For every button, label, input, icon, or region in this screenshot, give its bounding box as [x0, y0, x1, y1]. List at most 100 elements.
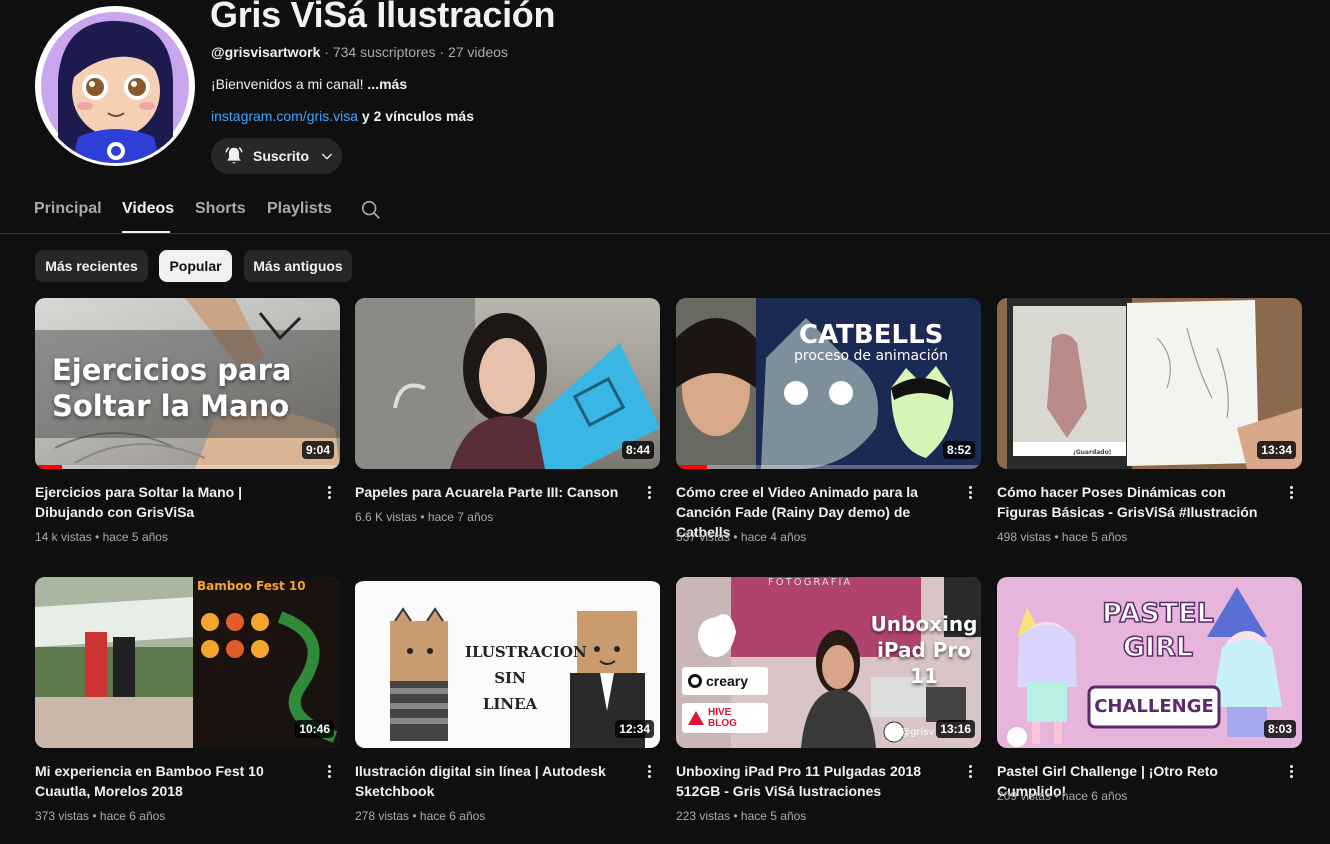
description-text: ¡Bienvenidos a mi canal! [211, 76, 368, 92]
view-count: 6.6 K vistas [355, 510, 418, 524]
creary-logo-icon [688, 674, 702, 688]
hive-badge: HIVE BLOG [682, 703, 768, 733]
subscriber-count: · 734 suscriptores · 27 videos [320, 44, 508, 60]
upload-age: hace 5 años [102, 530, 168, 544]
video-meta: 498 vistas • hace 5 años [997, 530, 1128, 544]
video-meta: 278 vistas • hace 6 años [355, 809, 486, 823]
watch-progress-track [35, 465, 340, 469]
more-options-icon[interactable] [965, 484, 975, 504]
thumbnail-subtitle: CHALLENGE [1094, 696, 1214, 717]
tab-playlists[interactable]: Playlists [267, 200, 332, 218]
upload-age: hace 5 años [1061, 530, 1128, 544]
description-more[interactable]: ...más [367, 76, 407, 92]
watch-progress [676, 465, 707, 469]
tab-videos[interactable]: Videos [122, 200, 174, 218]
thumbnail-caption: ¡Guardado! [1073, 449, 1112, 456]
thumbnail-art [1007, 298, 1302, 469]
thumbnail-title: Ejercicios para Soltar la Mano [52, 353, 292, 423]
video-meta: 209 vistas • hace 6 años [997, 789, 1128, 803]
tab-shorts[interactable]: Shorts [195, 200, 246, 218]
video-title[interactable]: Cómo hacer Poses Dinámicas con Figuras B… [997, 482, 1267, 522]
more-options-icon[interactable] [965, 763, 975, 783]
more-options-icon[interactable] [644, 484, 654, 504]
hive-logo-icon [688, 711, 704, 725]
thumbnail-overline: FOTOGRAFIA [768, 577, 853, 588]
more-options-icon[interactable] [1286, 763, 1296, 783]
chip-oldest[interactable]: Más antiguos [244, 250, 352, 282]
video-meta: 373 vistas • hace 6 años [35, 809, 166, 823]
chip-recent[interactable]: Más recientes [35, 250, 148, 282]
video-thumbnail[interactable]: ¡Guardado! 13:34 [997, 298, 1302, 469]
video-duration: 8:52 [942, 441, 975, 459]
video-meta: 14 k vistas • hace 5 años [35, 530, 168, 544]
view-count: 14 k vistas [35, 530, 92, 544]
upload-age: hace 7 años [427, 510, 494, 524]
video-thumbnail[interactable]: FOTOGRAFIA Unboxing iPad Pro 11 creary H… [676, 577, 981, 748]
video-meta: 6.6 K vistas • hace 7 años [355, 510, 494, 524]
active-tab-indicator [122, 231, 170, 233]
video-thumbnail[interactable]: PASTEL GIRL CHALLENGE 8:03 [997, 577, 1302, 748]
chevron-down-icon [321, 153, 333, 160]
video-card: FOTOGRAFIA Unboxing iPad Pro 11 creary H… [676, 577, 981, 837]
search-icon[interactable] [360, 199, 382, 221]
video-title[interactable]: Papeles para Acuarela Parte III: Canson [355, 482, 625, 502]
subscribed-button[interactable]: Suscrito [211, 138, 342, 174]
video-card: Bamboo Fest 10 10:46 Mi experiencia en B… [35, 577, 340, 837]
channel-links: instagram.com/gris.visa y 2 vínculos más [211, 108, 474, 124]
video-duration: 10:46 [295, 720, 334, 738]
upload-age: hace 6 años [1061, 789, 1128, 803]
creary-label: creary [706, 673, 749, 689]
upload-age: hace 6 años [99, 809, 166, 823]
bell-icon [225, 147, 243, 164]
more-options-icon[interactable] [324, 484, 334, 504]
view-count: 278 vistas [355, 809, 410, 823]
video-card: CATBELLS proceso de animación 8:52 Cómo … [676, 298, 981, 558]
more-options-icon[interactable] [1286, 484, 1296, 504]
video-card: ¡Guardado! 13:34 Cómo hacer Poses Dinámi… [997, 298, 1302, 558]
video-title[interactable]: Unboxing iPad Pro 11 Pulgadas 2018 512GB… [676, 761, 946, 801]
channel-title: Gris ViSá Ilustración [210, 0, 556, 35]
hive-label: HIVE BLOG [708, 707, 737, 729]
video-card: PASTEL GIRL CHALLENGE 8:03 Pastel Girl C… [997, 577, 1302, 837]
video-thumbnail[interactable]: Bamboo Fest 10 10:46 [35, 577, 340, 748]
video-title[interactable]: Mi experiencia en Bamboo Fest 10 Cuautla… [35, 761, 305, 801]
view-count: 209 vistas [997, 789, 1052, 803]
upload-age: hace 6 años [419, 809, 486, 823]
more-options-icon[interactable] [644, 763, 654, 783]
video-duration: 12:34 [615, 720, 654, 738]
channel-meta: @grisvisartwork · 734 suscriptores · 27 … [211, 44, 508, 60]
channel-avatar[interactable] [35, 6, 195, 166]
video-title[interactable]: Ejercicios para Soltar la Mano | Dibujan… [35, 482, 305, 522]
view-count: 223 vistas [676, 809, 731, 823]
watch-progress-track [676, 465, 981, 469]
video-duration: 9:04 [301, 441, 334, 459]
upload-age: hace 5 años [740, 809, 807, 823]
video-thumbnail[interactable]: Ejercicios para Soltar la Mano 9:04 [35, 298, 340, 469]
more-options-icon[interactable] [324, 763, 334, 783]
video-duration: 8:03 [1263, 720, 1296, 738]
video-duration: 8:44 [621, 441, 654, 459]
view-count: 537 vistas [676, 530, 731, 544]
tab-principal[interactable]: Principal [34, 200, 102, 218]
video-thumbnail[interactable]: 8:44 [355, 298, 660, 469]
channel-description[interactable]: ¡Bienvenidos a mi canal! ...más [211, 76, 407, 92]
instagram-link[interactable]: instagram.com/gris.visa [211, 108, 358, 124]
chip-popular[interactable]: Popular [159, 250, 232, 282]
video-card: 8:44 Papeles para Acuarela Parte III: Ca… [355, 298, 660, 558]
watermark: @grisv [900, 727, 935, 738]
upload-age: hace 4 años [740, 530, 807, 544]
video-thumbnail[interactable]: ILUSTRACION SIN LINEA 12:34 [355, 577, 660, 748]
video-card: ILUSTRACION SIN LINEA 12:34 Ilustración … [355, 577, 660, 837]
video-duration: 13:34 [1257, 441, 1296, 459]
video-card: Ejercicios para Soltar la Mano 9:04 Ejer… [35, 298, 340, 558]
channel-handle: @grisvisartwork [211, 44, 321, 60]
video-meta: 223 vistas • hace 5 años [676, 809, 807, 823]
video-thumbnail[interactable]: CATBELLS proceso de animación 8:52 [676, 298, 981, 469]
thumbnail-title: CATBELLS [799, 320, 944, 350]
view-count: 498 vistas [997, 530, 1052, 544]
subscribed-label: Suscrito [253, 148, 310, 164]
more-links[interactable]: y 2 vínculos más [358, 108, 474, 124]
thumbnail-subtitle: proceso de animación [794, 348, 949, 364]
thumbnail-title: Unboxing iPad Pro 11 [870, 612, 978, 688]
video-title[interactable]: Ilustración digital sin línea | Autodesk… [355, 761, 625, 801]
